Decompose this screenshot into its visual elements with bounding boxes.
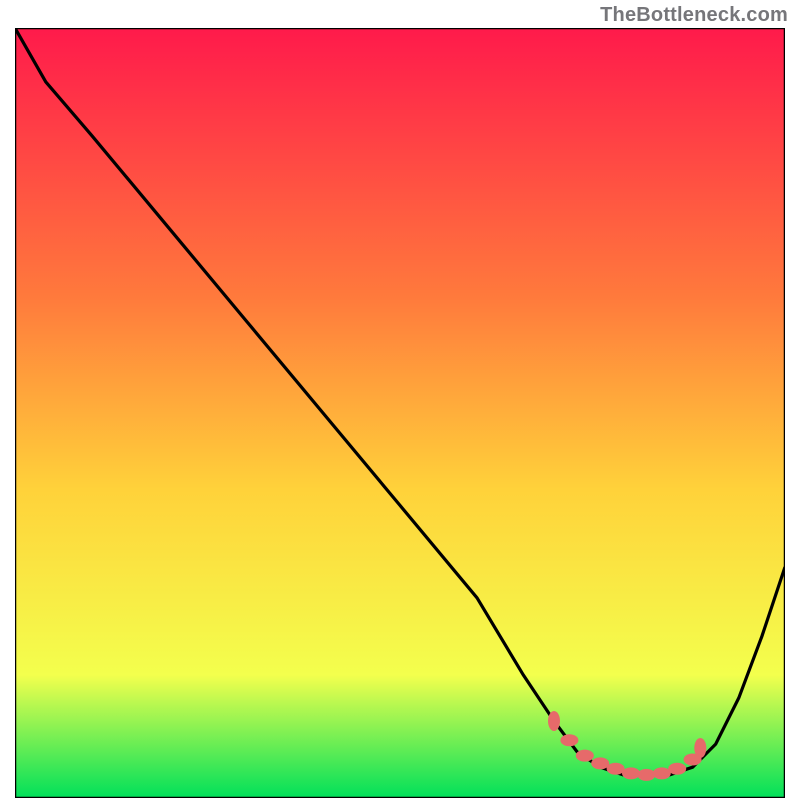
marker-dot [694, 738, 706, 758]
marker-dot [560, 734, 578, 746]
marker-dot [591, 757, 609, 769]
marker-dot [622, 767, 640, 779]
chart-container: TheBottleneck.com [0, 0, 800, 800]
marker-dot [668, 763, 686, 775]
bottleneck-chart [15, 28, 785, 798]
marker-dot [548, 711, 560, 731]
gradient-background [15, 28, 785, 798]
marker-dot [653, 767, 671, 779]
marker-dot [637, 769, 655, 781]
watermark-text: TheBottleneck.com [600, 4, 788, 27]
marker-dot [576, 750, 594, 762]
marker-dot [607, 763, 625, 775]
